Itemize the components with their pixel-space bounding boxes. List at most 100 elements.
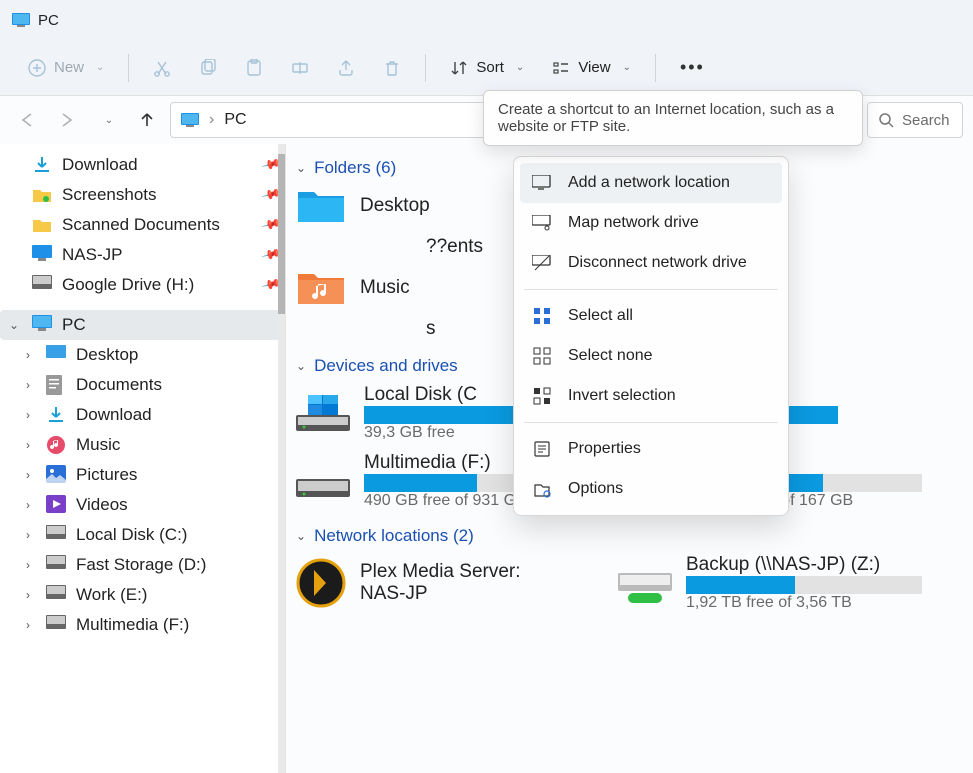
sidebar-item-gdrive[interactable]: ›Google Drive (H:)📌 xyxy=(0,270,285,300)
sidebar-item-worke[interactable]: ›Work (E:) xyxy=(0,580,285,610)
arrow-up-icon xyxy=(139,112,155,128)
sidebar: ›Download📌 ›Screenshots📌 ›Scanned Docume… xyxy=(0,144,286,773)
sidebar-item-label: Work (E:) xyxy=(76,585,147,605)
sidebar-item-label: Music xyxy=(76,435,120,455)
chevron-down-icon: ⌄ xyxy=(96,62,104,73)
section-label: Network locations (2) xyxy=(314,526,474,546)
sidebar-item-pictures[interactable]: ›Pictures xyxy=(0,460,285,490)
rename-icon xyxy=(291,59,309,77)
menu-label: Select all xyxy=(568,307,633,325)
pictures-icon xyxy=(46,465,66,485)
sidebar-item-fastd[interactable]: › Fast Storage (D:) xyxy=(0,550,285,580)
menu-label: Invert selection xyxy=(568,387,676,405)
address-segment[interactable]: PC xyxy=(224,111,246,129)
menu-map-drive[interactable]: Map network drive xyxy=(520,203,782,243)
network-tile-plex[interactable]: Plex Media Server:NAS-JP xyxy=(296,554,596,612)
sidebar-item-multif[interactable]: ›Multimedia (F:) xyxy=(0,610,285,640)
toolbar: New ⌄ Sort ⌄ View ⌄ ••• xyxy=(0,40,973,96)
tooltip: Create a shortcut to an Internet locatio… xyxy=(483,90,863,146)
sidebar-item-download2[interactable]: › Download xyxy=(0,400,285,430)
section-label: Devices and drives xyxy=(314,356,458,376)
sidebar-item-music[interactable]: › Music xyxy=(0,430,285,460)
pin-icon: 📌 xyxy=(260,214,282,236)
drive-icon xyxy=(46,555,66,575)
plex-icon xyxy=(296,558,346,608)
sidebar-item-download[interactable]: ›Download📌 xyxy=(0,150,285,180)
view-button[interactable]: View ⌄ xyxy=(542,53,641,83)
music-folder-icon xyxy=(296,268,346,308)
section-network[interactable]: ⌄Network locations (2) xyxy=(296,522,973,554)
sidebar-item-label: Local Disk (C:) xyxy=(76,525,187,545)
recent-button[interactable]: ⌄ xyxy=(90,103,124,137)
chevron-down-icon: ⌄ xyxy=(6,318,22,332)
paste-button[interactable] xyxy=(235,53,273,83)
sidebar-item-localc[interactable]: ›Local Disk (C:) xyxy=(0,520,285,550)
network-tile-backup[interactable]: Backup (\\NAS-JP) (Z:)1,92 TB free of 3,… xyxy=(618,554,918,612)
folder-icon xyxy=(296,186,346,226)
sidebar-item-label: Download xyxy=(76,405,152,425)
sidebar-item-label: Fast Storage (D:) xyxy=(76,555,206,575)
sidebar-item-pc[interactable]: ⌄PC xyxy=(0,310,285,340)
download-icon xyxy=(46,405,66,425)
context-menu: Add a network location Map network drive… xyxy=(513,156,789,516)
select-none-icon xyxy=(532,346,552,366)
chevron-right-icon: › xyxy=(20,438,36,452)
delete-button[interactable] xyxy=(373,53,411,83)
copy-button[interactable] xyxy=(189,53,227,83)
disconnect-drive-icon xyxy=(532,253,552,273)
new-label: New xyxy=(54,59,84,76)
sidebar-item-nas[interactable]: ›NAS-JP📌 xyxy=(0,240,285,270)
new-button[interactable]: New ⌄ xyxy=(18,53,114,83)
pin-icon: 📌 xyxy=(260,154,282,176)
invert-icon xyxy=(532,386,552,406)
menu-select-all[interactable]: Select all xyxy=(520,296,782,336)
folder-name: Music xyxy=(360,277,410,299)
view-icon xyxy=(552,59,570,77)
net-sub: 1,92 TB free of 3,56 TB xyxy=(686,594,922,612)
menu-properties[interactable]: Properties xyxy=(520,429,782,469)
monitor-plus-icon xyxy=(532,173,552,193)
sidebar-item-label: Desktop xyxy=(76,345,138,365)
up-button[interactable] xyxy=(130,103,164,137)
sidebar-item-label: Screenshots xyxy=(62,185,157,205)
menu-label: Properties xyxy=(568,440,641,458)
drive-icon xyxy=(46,615,66,635)
trash-icon xyxy=(383,59,401,77)
menu-disconnect-drive[interactable]: Disconnect network drive xyxy=(520,243,782,283)
sidebar-item-label: Google Drive (H:) xyxy=(62,275,194,295)
menu-select-none[interactable]: Select none xyxy=(520,336,782,376)
sidebar-item-desktop[interactable]: ›Desktop xyxy=(0,340,285,370)
back-button[interactable] xyxy=(10,103,44,137)
sidebar-item-label: Download xyxy=(62,155,138,175)
folder-name: s xyxy=(426,318,436,340)
separator xyxy=(425,54,426,82)
sidebar-item-scanned[interactable]: ›Scanned Documents📌 xyxy=(0,210,285,240)
more-button[interactable]: ••• xyxy=(670,51,715,84)
chevron-right-icon: › xyxy=(20,558,36,572)
music-icon xyxy=(46,435,66,455)
chevron-right-icon: › xyxy=(20,408,36,422)
view-label: View xyxy=(578,59,610,76)
network-drive-icon xyxy=(618,563,672,603)
chevron-down-icon: ⌄ xyxy=(105,115,113,126)
sidebar-item-label: Scanned Documents xyxy=(62,215,220,235)
sidebar-item-documents[interactable]: ›Documents xyxy=(0,370,285,400)
sidebar-item-screenshots[interactable]: ›Screenshots📌 xyxy=(0,180,285,210)
menu-add-network-location[interactable]: Add a network location xyxy=(520,163,782,203)
menu-divider xyxy=(524,289,778,290)
forward-button[interactable] xyxy=(50,103,84,137)
share-button[interactable] xyxy=(327,53,365,83)
cut-button[interactable] xyxy=(143,53,181,83)
search-box[interactable]: Search xyxy=(867,102,963,138)
arrow-right-icon xyxy=(59,112,75,128)
map-drive-icon xyxy=(532,213,552,233)
rename-button[interactable] xyxy=(281,53,319,83)
document-icon xyxy=(46,375,66,395)
folder-icon xyxy=(32,185,52,205)
menu-label: Options xyxy=(568,480,623,498)
sort-button[interactable]: Sort ⌄ xyxy=(440,53,534,83)
sidebar-item-videos[interactable]: ›Videos xyxy=(0,490,285,520)
menu-options[interactable]: Options xyxy=(520,469,782,509)
menu-invert-selection[interactable]: Invert selection xyxy=(520,376,782,416)
folder-icon xyxy=(32,215,52,235)
